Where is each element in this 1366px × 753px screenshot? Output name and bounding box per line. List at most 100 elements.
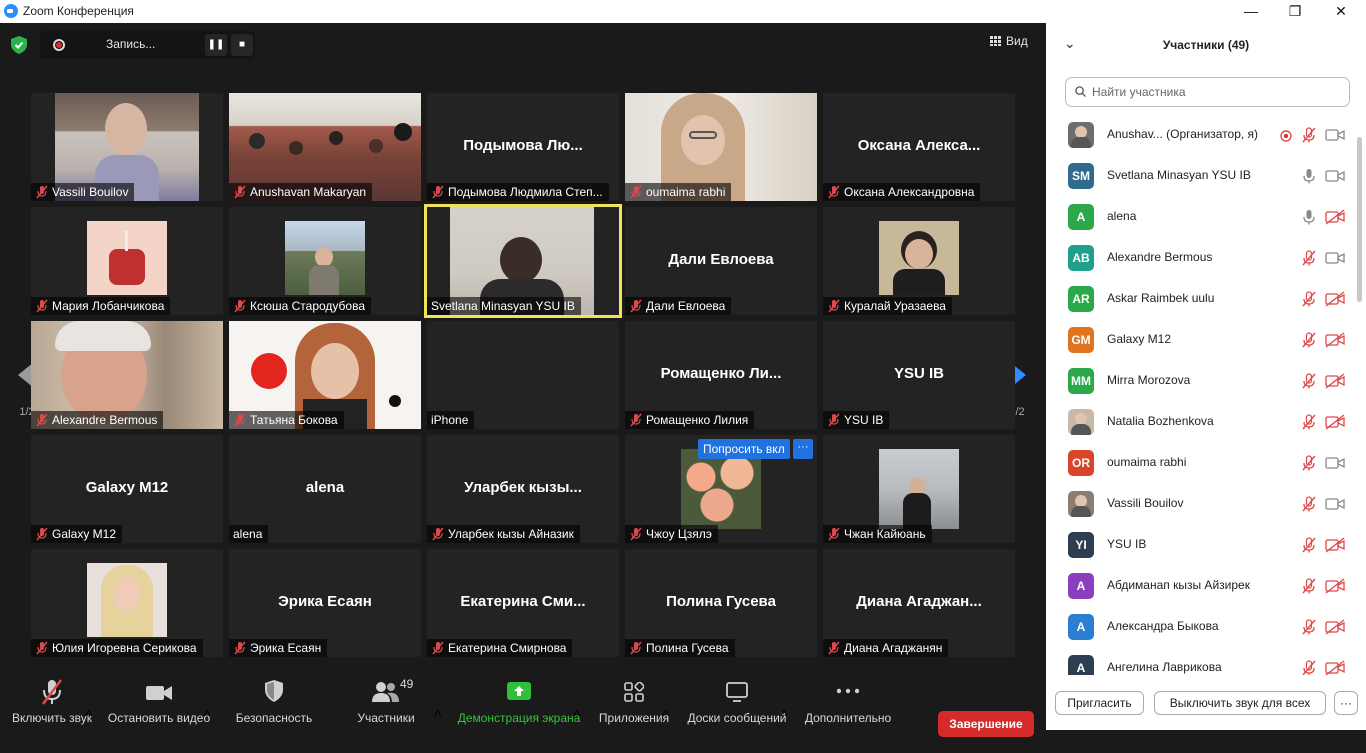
mic-icon[interactable] [1302, 209, 1316, 225]
mic-icon[interactable] [1302, 168, 1316, 184]
video-camera-off-icon[interactable] [1325, 291, 1345, 307]
more-dots-icon [836, 688, 860, 694]
minimize-button[interactable]: — [1228, 0, 1274, 23]
video-tile[interactable]: Ксюша Стародубова [229, 207, 421, 315]
participant-name: Galaxy M12 [1107, 332, 1172, 346]
security-shield-icon[interactable] [11, 36, 27, 54]
pause-recording-button[interactable]: ❚❚ [205, 34, 227, 56]
share-screen-button[interactable]: Демонстрация экрана [454, 673, 584, 725]
video-camera-off-icon[interactable] [1325, 537, 1345, 553]
panel-more-button[interactable]: ··· [1334, 691, 1358, 715]
video-tile[interactable]: Vassili Bouilov [31, 93, 223, 201]
participant-row[interactable]: A Абдиманап кызы Айзирек [1046, 566, 1356, 607]
video-tile[interactable]: Подымова Лю... Подымова Людмила Степ... [427, 93, 619, 201]
video-options-caret-icon[interactable]: ^ [203, 708, 211, 726]
mic-muted-icon[interactable] [1302, 291, 1316, 307]
video-camera-icon[interactable] [1325, 168, 1345, 184]
mic-muted-icon[interactable] [1302, 537, 1316, 553]
video-tile[interactable]: Anushavan Makaryan [229, 93, 421, 201]
video-tile-active-speaker[interactable]: Svetlana Minasyan YSU IB [424, 204, 622, 318]
participant-row[interactable]: SM Svetlana Minasyan YSU IB [1046, 156, 1356, 197]
mic-muted-icon[interactable] [1302, 619, 1316, 635]
participant-search-box[interactable] [1065, 77, 1350, 107]
video-tile[interactable]: Эрика Есаян Эрика Есаян [229, 549, 421, 657]
panel-title: Участники (49) [1162, 38, 1250, 52]
video-camera-off-icon[interactable] [1325, 578, 1345, 594]
participant-row[interactable]: A Александра Быкова [1046, 607, 1356, 648]
whiteboards-options-caret-icon[interactable]: ^ [780, 708, 788, 726]
mic-muted-icon[interactable] [1302, 332, 1316, 348]
participant-row[interactable]: Vassili Bouilov [1046, 484, 1356, 525]
unmute-button[interactable]: Включить звук [8, 673, 96, 725]
video-tile[interactable]: Татьяна Бокова [229, 321, 421, 429]
participants-button[interactable]: 49 Участники [348, 673, 424, 725]
audio-options-caret-icon[interactable]: ^ [85, 708, 93, 726]
video-camera-icon[interactable] [1325, 496, 1345, 512]
close-button[interactable]: ✕ [1318, 0, 1364, 23]
video-tile[interactable]: Юлия Игоревна Серикова [31, 549, 223, 657]
video-tile[interactable]: iPhone [427, 321, 619, 429]
video-camera-off-icon[interactable] [1325, 414, 1345, 430]
view-button[interactable]: Вид [990, 34, 1028, 48]
more-button[interactable]: Дополнительно [800, 673, 896, 725]
video-camera-off-icon[interactable] [1325, 373, 1345, 389]
video-camera-icon[interactable] [1325, 127, 1345, 143]
mic-muted-icon[interactable] [1302, 127, 1316, 143]
participant-list-scrollbar[interactable] [1356, 115, 1363, 675]
whiteboards-button[interactable]: Доски сообщений [682, 673, 792, 725]
mic-muted-icon[interactable] [1302, 496, 1316, 512]
participant-row[interactable]: AR Askar Raimbek uulu [1046, 279, 1356, 320]
maximize-button[interactable]: ❐ [1272, 0, 1318, 23]
participant-display-name: Galaxy M12 [85, 479, 169, 496]
share-options-caret-icon[interactable]: ^ [573, 708, 581, 726]
invite-button[interactable]: Пригласить [1055, 691, 1144, 715]
video-camera-off-icon[interactable] [1325, 332, 1345, 348]
video-tile[interactable]: Alexandre Bermous [31, 321, 223, 429]
video-tile[interactable]: alena alena [229, 435, 421, 543]
video-tile[interactable]: Екатерина Сми... Екатерина Смирнова [427, 549, 619, 657]
apps-options-caret-icon[interactable]: ^ [662, 708, 670, 726]
video-camera-icon[interactable] [1325, 455, 1345, 471]
end-meeting-button[interactable]: Завершение [938, 711, 1034, 737]
video-camera-icon[interactable] [1325, 250, 1345, 266]
participant-row[interactable]: MM Mirra Morozova [1046, 361, 1356, 402]
mic-muted-icon[interactable] [1302, 660, 1316, 675]
video-tile[interactable]: Оксана Алекса... Оксана Александровна [823, 93, 1015, 201]
video-tile[interactable]: Уларбек кызы... Уларбек кызы Айназик [427, 435, 619, 543]
participant-row[interactable]: GM Galaxy M12 [1046, 320, 1356, 361]
participant-row[interactable]: Aalena [1046, 197, 1356, 238]
video-tile[interactable]: oumaima rabhi [625, 93, 817, 201]
video-camera-off-icon[interactable] [1325, 660, 1345, 675]
video-tile[interactable]: Полина Гусева Полина Гусева [625, 549, 817, 657]
participant-search-input[interactable] [1092, 83, 1342, 101]
video-camera-off-icon[interactable] [1325, 209, 1345, 225]
video-tile[interactable]: YSU IB YSU IB [823, 321, 1015, 429]
stop-recording-button[interactable]: ■ [231, 34, 253, 56]
participant-row[interactable]: OR oumaima rabhi [1046, 443, 1356, 484]
video-tile[interactable]: Чжан Кайюань [823, 435, 1015, 543]
stop-video-button[interactable]: Остановить видео [104, 673, 214, 725]
security-button[interactable]: Безопасность [232, 673, 316, 725]
mic-muted-icon[interactable] [1302, 578, 1316, 594]
mic-muted-icon[interactable] [1302, 455, 1316, 471]
mute-all-button[interactable]: Выключить звук для всех [1154, 691, 1326, 715]
scrollbar-thumb[interactable] [1357, 137, 1362, 302]
participant-row[interactable]: YI YSU IB [1046, 525, 1356, 566]
video-camera-off-icon[interactable] [1325, 619, 1345, 635]
video-tile[interactable]: Мария Лобанчикова [31, 207, 223, 315]
video-tile[interactable]: Куралай Уразаева [823, 207, 1015, 315]
video-tile[interactable]: Ромащенко Ли... Ромащенко Лилия [625, 321, 817, 429]
participant-row[interactable]: Anushav... (Организатор, я) [1046, 115, 1356, 156]
ask-to-unmute-button[interactable]: Попросить вкл [698, 439, 790, 459]
video-tile[interactable]: Дали Евлоева Дали Евлоева [625, 207, 817, 315]
participant-row[interactable]: A Ангелина Лаврикова [1046, 648, 1356, 675]
mic-muted-icon[interactable] [1302, 250, 1316, 266]
video-tile[interactable]: Galaxy M12 Galaxy M12 [31, 435, 223, 543]
mic-muted-icon[interactable] [1302, 414, 1316, 430]
participant-row[interactable]: AB Alexandre Bermous [1046, 238, 1356, 279]
tile-more-options-button[interactable]: ··· [793, 439, 813, 459]
participants-options-caret-icon[interactable]: ^ [434, 708, 442, 726]
video-tile[interactable]: Диана Агаджан... Диана Агаджанян [823, 549, 1015, 657]
mic-muted-icon[interactable] [1302, 373, 1316, 389]
participant-row[interactable]: Natalia Bozhenkova [1046, 402, 1356, 443]
